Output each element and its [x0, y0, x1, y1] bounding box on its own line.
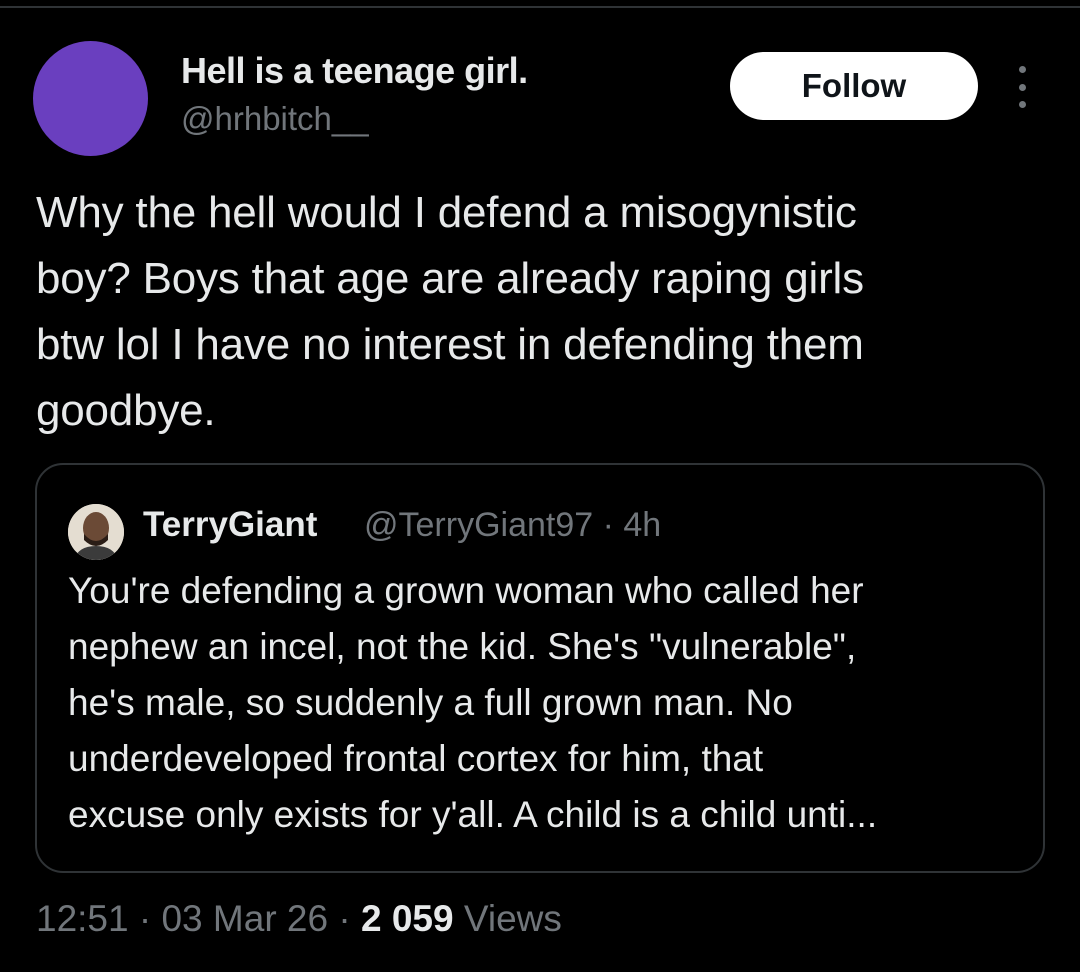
post-date[interactable]: 03 Mar 26: [161, 898, 328, 939]
views-count: 2 059: [360, 898, 454, 939]
quote-author-handle-time[interactable]: @TerryGiant97 · 4h: [364, 506, 661, 545]
separator: ·: [328, 898, 361, 939]
follow-button[interactable]: Follow: [730, 52, 978, 120]
more-dot: [1018, 101, 1026, 108]
post-time[interactable]: 12:51: [36, 898, 129, 939]
more-vertical-icon[interactable]: [1008, 66, 1036, 108]
author-handle[interactable]: @hrhbitch__: [181, 100, 369, 138]
quote-author-display-name[interactable]: TerryGiant: [143, 505, 317, 545]
author-display-name[interactable]: Hell is a teenage girl.: [181, 50, 528, 92]
separator: ·: [128, 898, 162, 939]
quote-author-avatar[interactable]: [68, 504, 124, 560]
quoted-post[interactable]: TerryGiant @TerryGiant97 · 4h You're def…: [35, 463, 1045, 873]
person-photo-icon: [68, 504, 124, 560]
author-avatar[interactable]: [33, 41, 148, 156]
more-dot: [1018, 66, 1026, 73]
more-dot: [1018, 83, 1026, 91]
views-label: Views: [463, 898, 562, 939]
quote-text: You're defending a grown woman who calle…: [68, 570, 878, 835]
post-text: Why the hell would I defend a misogynist…: [36, 188, 864, 435]
post-metadata: 12:51 · 03 Mar 26 · 2 059 Views: [36, 898, 562, 940]
top-divider: [0, 6, 1080, 8]
